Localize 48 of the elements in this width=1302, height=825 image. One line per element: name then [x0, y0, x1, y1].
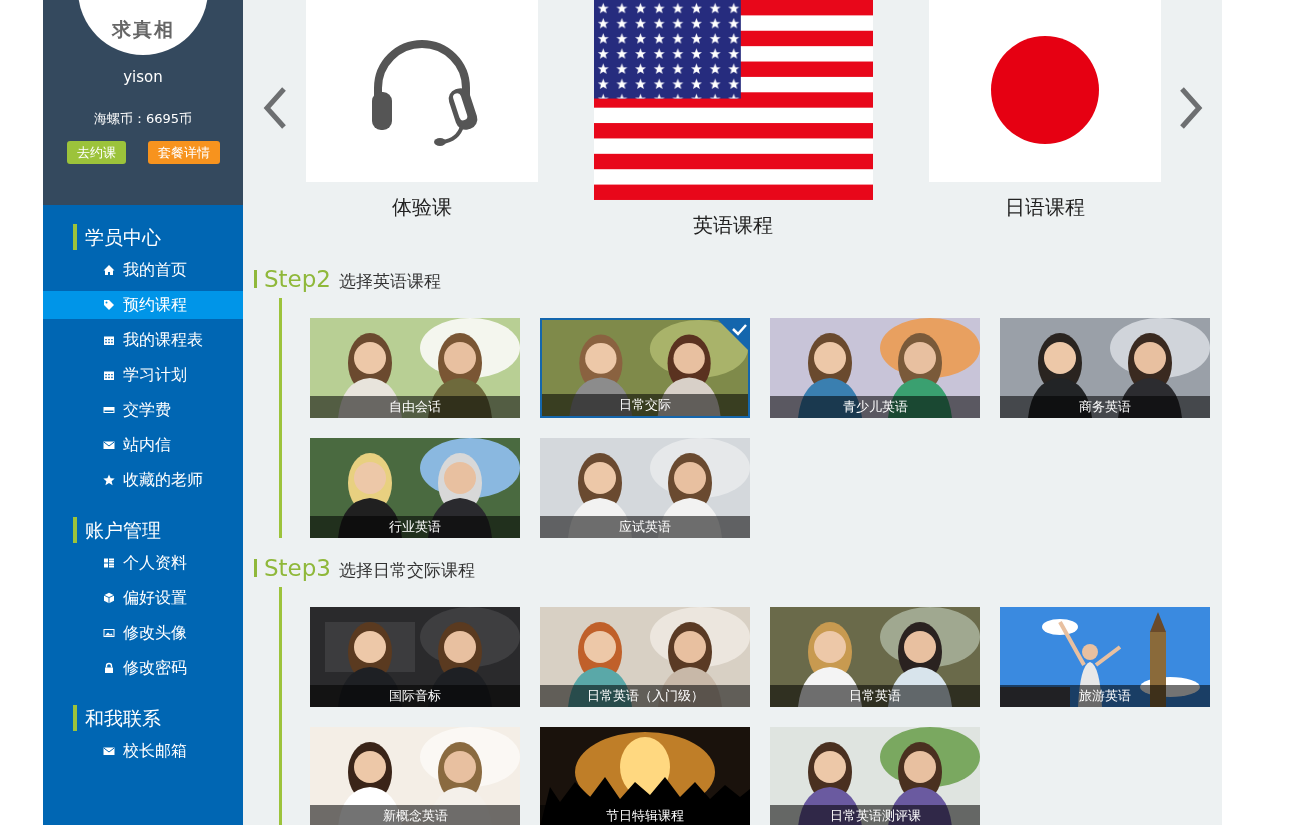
home-icon	[103, 264, 115, 276]
course-card[interactable]: 国际音标	[310, 607, 520, 707]
course-card[interactable]: 日常交际	[540, 318, 750, 418]
image-icon	[103, 627, 115, 639]
sidebar-item[interactable]: 偏好设置	[43, 584, 243, 612]
course-type-option[interactable]: 英语课程	[593, 0, 873, 238]
sidebar-item[interactable]: 收藏的老师	[43, 466, 243, 494]
avatar-logo: 求真相	[78, 0, 208, 55]
course-card[interactable]: 旅游英语	[1000, 607, 1210, 707]
course-card[interactable]: 节日特辑课程	[540, 727, 750, 825]
course-card[interactable]: 日常英语（入门级）	[540, 607, 750, 707]
course-card[interactable]: 行业英语	[310, 438, 520, 538]
star-icon	[103, 474, 115, 486]
cube-icon	[103, 592, 115, 604]
step-title: 选择英语课程	[339, 270, 441, 293]
mail-icon	[103, 439, 115, 451]
check-icon	[718, 320, 748, 350]
mail-icon	[103, 745, 115, 757]
card-icon	[103, 404, 115, 416]
chevron-right-icon[interactable]	[1178, 86, 1204, 130]
grid-icon	[103, 557, 115, 569]
calendar-icon	[103, 334, 115, 346]
sidebar-item[interactable]: 预约课程	[43, 291, 243, 319]
sidebar-item[interactable]: 交学费	[43, 396, 243, 424]
chevron-left-icon[interactable]	[262, 86, 288, 130]
course-card[interactable]: 新概念英语	[310, 727, 520, 825]
course-card[interactable]: 日常英语测评课	[770, 727, 980, 825]
course-card[interactable]: 应试英语	[540, 438, 750, 538]
calendar-icon	[103, 369, 115, 381]
course-type-option[interactable]: 体验课	[305, 0, 538, 220]
course-card[interactable]: 自由会话	[310, 318, 520, 418]
coin-balance: 海螺币：6695币	[93, 110, 193, 128]
lock-icon	[103, 662, 115, 674]
username: yison	[123, 67, 163, 87]
sidebar-item[interactable]: 修改密码	[43, 654, 243, 682]
course-card[interactable]: 日常英语	[770, 607, 980, 707]
tag-icon	[103, 299, 115, 311]
sidebar-item[interactable]: 我的课程表	[43, 326, 243, 354]
step-title: 选择日常交际课程	[339, 559, 475, 582]
sidebar-item[interactable]: 站内信	[43, 431, 243, 459]
sidebar-item[interactable]: 学习计划	[43, 361, 243, 389]
course-card[interactable]: 商务英语	[1000, 318, 1210, 418]
course-type-option[interactable]: 日语课程	[928, 0, 1161, 220]
sidebar-item[interactable]: 校长邮箱	[43, 737, 243, 765]
sidebar-item[interactable]: 我的首页	[43, 256, 243, 284]
course-card[interactable]: 青少儿英语	[770, 318, 980, 418]
sidebar-item[interactable]: 个人资料	[43, 549, 243, 577]
sidebar-item[interactable]: 修改头像	[43, 619, 243, 647]
